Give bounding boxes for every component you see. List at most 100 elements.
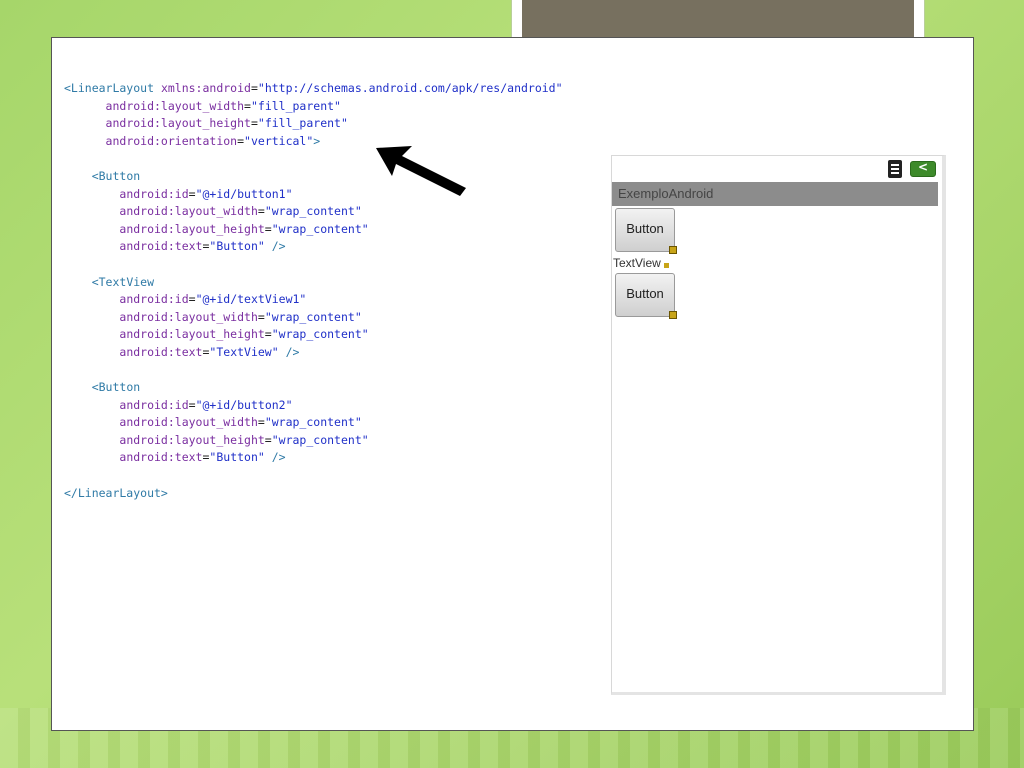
code-token: =: [244, 98, 251, 113]
code-token: android:orientation: [105, 133, 238, 148]
code-token: <Button: [91, 380, 141, 395]
code-token: android:layout_width: [119, 204, 258, 219]
code-line: android:text="TextView" />: [64, 344, 563, 362]
code-line: android:layout_height="fill_parent": [64, 115, 563, 133]
slide-content: <LinearLayout xmlns:android="http://sche…: [51, 37, 974, 731]
code-line: android:layout_width="wrap_content": [64, 309, 563, 327]
code-line: android:layout_width="wrap_content": [64, 414, 563, 432]
code-token: android:layout_width: [119, 309, 258, 324]
code-line: android:text="Button" />: [64, 449, 563, 467]
code-token: =: [188, 186, 196, 201]
code-token: android:text: [119, 344, 203, 359]
code-token: <Button: [91, 168, 141, 183]
code-line: android:layout_height="wrap_content": [64, 432, 563, 450]
code-line: android:text="Button" />: [64, 238, 563, 256]
code-line: android:layout_width="wrap_content": [64, 203, 563, 221]
code-token: "wrap_content": [264, 415, 362, 430]
code-token: android:layout_height: [119, 327, 265, 342]
code-token: "Button": [209, 450, 265, 465]
code-line: <Button: [64, 168, 563, 186]
code-token: xmlns:android: [160, 81, 251, 95]
code-line: <TextView: [64, 274, 563, 292]
code-token: android:id: [119, 397, 189, 412]
code-line: android:id="@+id/textView1": [64, 291, 563, 309]
code-token: android:layout_height: [119, 432, 265, 447]
resize-handle-icon[interactable]: [663, 263, 669, 268]
code-token: <LinearLayout: [64, 81, 161, 95]
code-token: =: [264, 221, 272, 236]
code-token: android:id: [119, 186, 189, 201]
code-token: =: [188, 292, 196, 307]
app-title-bar: ExemploAndroid: [612, 182, 938, 206]
resize-handle-icon[interactable]: [669, 311, 677, 319]
code-token: =: [250, 116, 258, 131]
code-token: android:layout_width: [105, 98, 245, 113]
code-line: android:layout_height="wrap_content": [64, 326, 563, 344]
code-token: android:id: [119, 292, 189, 307]
code-token: />: [278, 344, 300, 359]
code-token: "wrap_content": [271, 432, 369, 447]
arrow-icon: [376, 146, 466, 196]
resize-handle-icon[interactable]: [669, 246, 677, 254]
code-token: android:text: [119, 450, 203, 465]
code-line: </LinearLayout>: [64, 485, 563, 503]
code-token: >: [313, 133, 321, 148]
code-token: android:layout_width: [119, 415, 258, 430]
button2[interactable]: Button: [615, 273, 677, 319]
code-token: "TextView": [209, 344, 279, 359]
code-token: "vertical": [244, 133, 314, 148]
textview1: TextView: [613, 256, 669, 270]
code-token: "@+id/textView1": [195, 292, 307, 307]
code-token: "fill_parent": [250, 98, 341, 113]
code-token: />: [264, 450, 286, 465]
status-bar: [612, 156, 942, 182]
code-token: </LinearLayout>: [64, 485, 168, 500]
code-token: =: [264, 432, 272, 447]
code-token: android:layout_height: [119, 221, 265, 236]
code-token: =: [257, 309, 265, 324]
code-token: "@+id/button2": [195, 397, 293, 412]
button1[interactable]: Button: [615, 208, 677, 254]
code-token: />: [264, 239, 286, 254]
code-token: =: [188, 397, 196, 412]
textview1-label: TextView: [613, 256, 661, 270]
code-token: =: [250, 81, 258, 95]
code-token: =: [257, 415, 265, 430]
code-token: "http://schemas.android.com/apk/res/andr…: [257, 81, 563, 95]
button1-label: Button: [626, 221, 664, 236]
code-token: android:layout_height: [105, 116, 251, 131]
code-token: "Button": [209, 239, 265, 254]
code-token: "wrap_content": [271, 221, 369, 236]
code-token: android:text: [119, 239, 203, 254]
battery-icon: [910, 160, 936, 177]
code-token: "fill_parent": [257, 116, 348, 131]
code-token: =: [237, 133, 245, 148]
button2-label: Button: [626, 286, 664, 301]
code-token: =: [257, 204, 265, 219]
code-token: "wrap_content": [264, 204, 362, 219]
code-token: =: [264, 327, 272, 342]
code-line: <Button: [64, 379, 563, 397]
